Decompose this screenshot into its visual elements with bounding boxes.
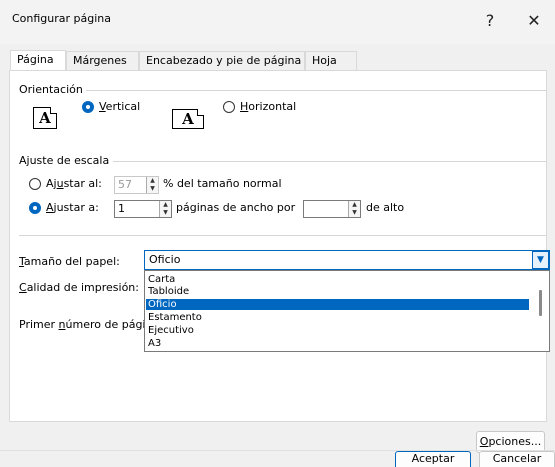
pages-wide-spin-button[interactable]: ▲ ▼ bbox=[159, 201, 171, 217]
adjust-to-percent-value: 57 bbox=[118, 178, 132, 191]
accept-button[interactable]: Aceptar bbox=[395, 451, 471, 467]
scrollbar-thumb[interactable] bbox=[539, 290, 542, 316]
pages-tall-label: de alto bbox=[366, 201, 405, 214]
paper-option-a3[interactable]: A3 bbox=[146, 338, 529, 349]
pages-tall-input[interactable]: ▲ ▼ bbox=[303, 200, 361, 218]
paper-option-oficio[interactable]: Oficio bbox=[146, 299, 529, 310]
landscape-page-icon: A bbox=[172, 109, 204, 129]
adjust-to-radio[interactable] bbox=[29, 178, 41, 190]
help-button[interactable]: ? bbox=[472, 8, 508, 34]
tab-hoja[interactable]: Hoja bbox=[305, 51, 357, 70]
dropdown-scrollbar[interactable] bbox=[533, 272, 548, 350]
tab-pagina[interactable]: Página bbox=[10, 50, 66, 71]
section-divider bbox=[19, 235, 547, 236]
fit-to-radio[interactable] bbox=[29, 202, 41, 214]
first-page-number-label: Primer número de págin bbox=[19, 318, 144, 331]
vertical-label[interactable]: Vertical bbox=[99, 100, 140, 113]
chevron-down-icon[interactable]: ▼ bbox=[532, 251, 549, 269]
adjust-to-percent-input[interactable]: 57 ▲ ▼ bbox=[114, 176, 159, 194]
paper-option-tabloide[interactable]: Tabloide bbox=[146, 286, 529, 297]
paper-option-ejecutivo[interactable]: Ejecutivo bbox=[146, 325, 529, 336]
pages-tall-spin-button[interactable]: ▲ ▼ bbox=[348, 201, 360, 217]
percent-normal-label: % del tamaño normal bbox=[163, 177, 282, 190]
portrait-page-icon: A bbox=[33, 107, 57, 129]
orientation-label: Orientación bbox=[19, 83, 83, 96]
paper-option-estamento[interactable]: Estamento bbox=[146, 312, 529, 323]
vertical-radio[interactable] bbox=[82, 101, 94, 113]
paper-size-select[interactable]: Oficio bbox=[144, 250, 550, 270]
close-button[interactable]: ✕ bbox=[516, 8, 552, 34]
scaling-label: Ajuste de escala bbox=[19, 154, 110, 167]
footer-divider bbox=[0, 450, 555, 451]
horizontal-label[interactable]: Horizontal bbox=[240, 100, 296, 113]
pages-wide-label: páginas de ancho por bbox=[176, 201, 296, 214]
orientation-divider bbox=[86, 90, 547, 91]
fit-to-label[interactable]: Ajustar a: bbox=[46, 201, 99, 214]
paper-option-carta[interactable]: Carta bbox=[146, 274, 529, 285]
tab-strip: Página Márgenes Encabezado y pie de pági… bbox=[0, 50, 555, 71]
paper-size-value: Oficio bbox=[149, 253, 181, 266]
adjust-to-label[interactable]: Ajustar al: bbox=[46, 177, 102, 190]
pages-wide-input[interactable]: 1 ▲ ▼ bbox=[114, 200, 172, 218]
scaling-divider bbox=[113, 161, 547, 162]
print-quality-label: Calidad de impresión: bbox=[19, 281, 139, 294]
tab-encabezado[interactable]: Encabezado y pie de página bbox=[139, 51, 305, 70]
paper-size-dropdown-list: Carta Tabloide Oficio Estamento Ejecutiv… bbox=[144, 270, 550, 352]
dialog-title: Configurar página bbox=[12, 12, 112, 25]
paper-size-label: Tamaño del papel: bbox=[19, 255, 120, 268]
cancel-button[interactable]: Cancelar bbox=[479, 451, 555, 467]
tab-panel bbox=[9, 70, 547, 422]
pages-wide-value: 1 bbox=[118, 202, 125, 215]
tab-margenes[interactable]: Márgenes bbox=[66, 51, 139, 70]
horizontal-radio[interactable] bbox=[223, 101, 235, 113]
adjust-to-spin-button[interactable]: ▲ ▼ bbox=[146, 177, 158, 193]
